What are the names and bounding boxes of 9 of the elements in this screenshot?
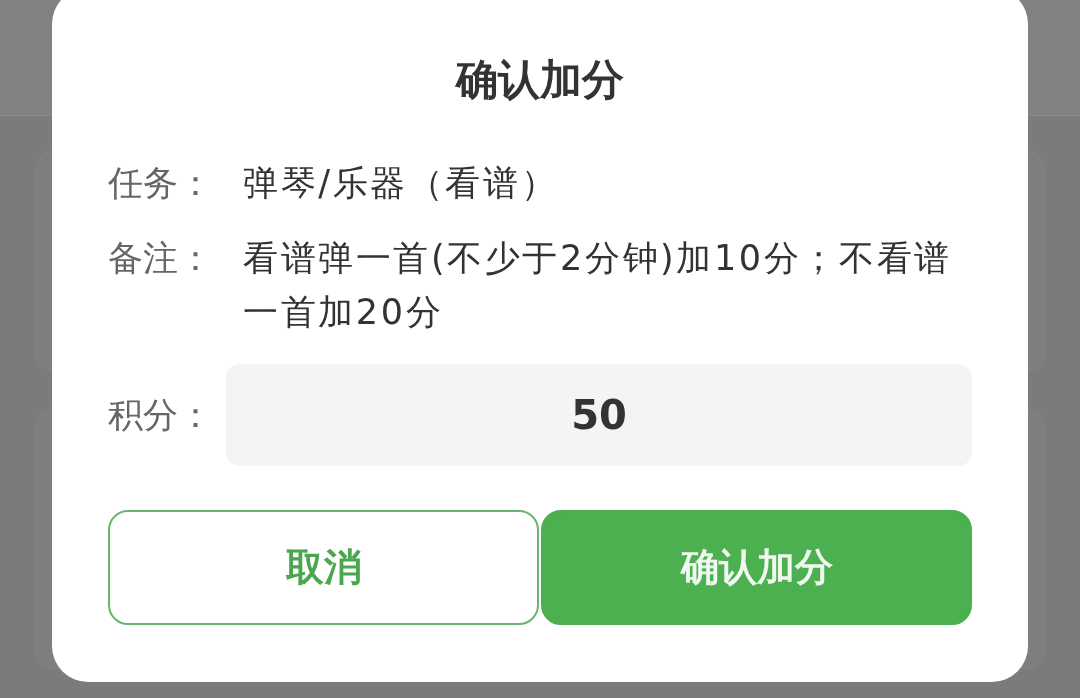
dialog-title: 确认加分 bbox=[456, 54, 624, 106]
score-label: 积分： bbox=[108, 394, 214, 437]
cancel-button[interactable]: 取消 bbox=[108, 510, 539, 625]
field-label: 任务： bbox=[108, 162, 214, 205]
confirm-button[interactable]: 确认加分 bbox=[541, 510, 972, 625]
field-label: 备注： bbox=[108, 237, 214, 280]
field-value: 弹琴/乐器（看谱） bbox=[243, 162, 560, 205]
score-field[interactable]: 50 bbox=[226, 364, 972, 466]
field-value: 看谱弹一首(不少于2分钟)加10分；不看谱一首加20分 bbox=[243, 237, 953, 334]
